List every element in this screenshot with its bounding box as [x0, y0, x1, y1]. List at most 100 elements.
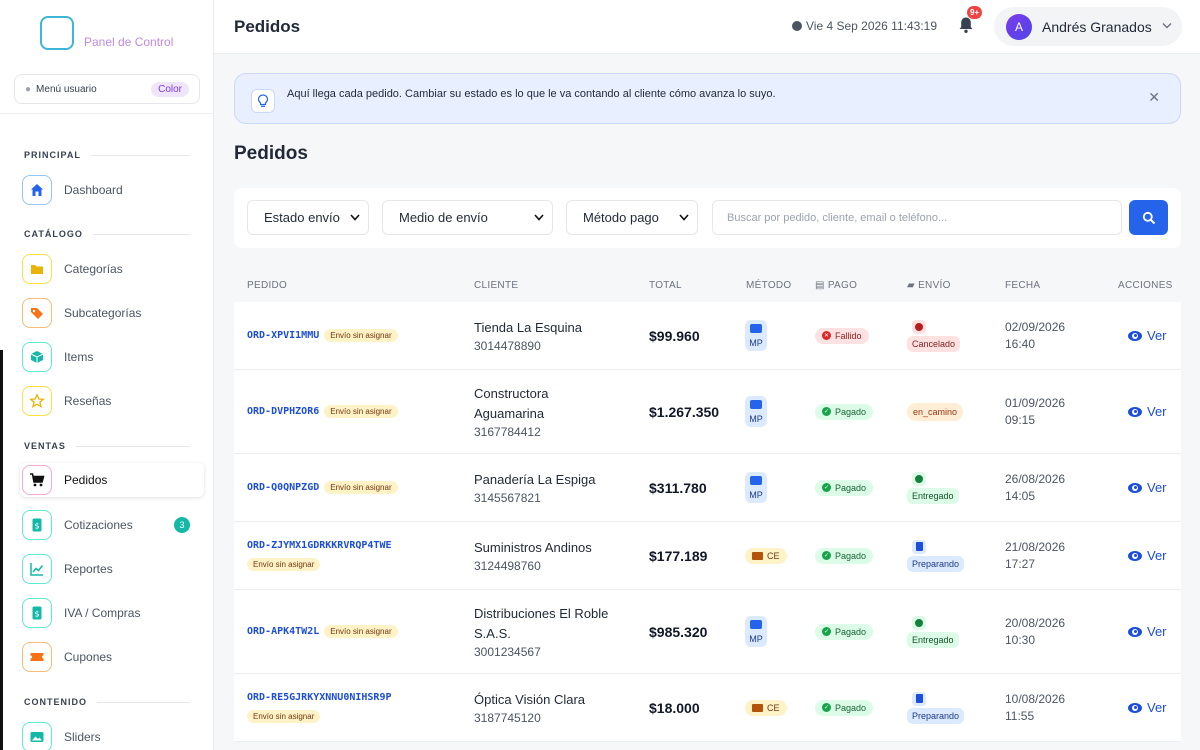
image-icon	[22, 722, 52, 750]
payment-status-badge: ✓ Pagado	[815, 547, 874, 564]
client-cell: Panadería La Espiga 3145567821	[474, 454, 644, 521]
method-badge: MP	[745, 472, 767, 503]
cart-icon	[22, 465, 52, 495]
view-order-button[interactable]: Ver	[1128, 404, 1178, 419]
sidebar-item-label: IVA / Compras	[64, 606, 141, 620]
client-phone: 3014478890	[474, 339, 541, 353]
order-total: $1.267.350	[649, 403, 720, 420]
total-cell: $311.780	[649, 454, 739, 521]
order-date: 26/08/2026	[1005, 471, 1066, 486]
close-icon[interactable]: ✕	[1148, 89, 1160, 106]
payment-status-label: Fallido	[835, 330, 862, 341]
sidebar-item-label: Categorías	[64, 262, 123, 276]
view-order-button[interactable]: Ver	[1128, 480, 1178, 495]
metodo-pago-select[interactable]: Método pago	[566, 200, 698, 235]
user-menu-label: Menú usuario	[36, 83, 97, 95]
payment-cell: ✓ Pagado	[815, 674, 900, 741]
eye-icon	[1128, 406, 1142, 417]
payment-status-badge: ✓ Pagado	[815, 699, 874, 716]
sidebar-item-reportes[interactable]: Reportes	[22, 552, 204, 586]
folder-icon	[22, 254, 52, 284]
star-icon	[22, 386, 52, 416]
method-label: MP	[749, 414, 763, 424]
estado-envio-select[interactable]: Estado envío	[247, 200, 369, 235]
method-label: MP	[749, 634, 763, 644]
sidebar-item-pedidos[interactable]: Pedidos	[20, 463, 204, 497]
color-chip[interactable]: Color	[151, 81, 189, 97]
section-catalogo: CATÁLOGO	[24, 229, 190, 239]
client-cell: Distribuciones El Roble S.A.S. 3001234567	[474, 590, 644, 673]
col-cliente: CLIENTE	[474, 280, 519, 291]
user-menu-button[interactable]: ● Menú usuario Color	[14, 74, 200, 104]
table-row[interactable]: ORD-ZJYMX1GDRKKRVRQP4TWE Envío sin asign…	[234, 522, 1181, 590]
order-id-link[interactable]: ORD-DVPHZOR6	[247, 406, 319, 417]
order-id-cell: ORD-XPVI1MMU Envío sin asignar	[247, 302, 467, 369]
sidebar-item-categorias[interactable]: Categorías	[22, 252, 204, 286]
eye-icon	[1128, 330, 1142, 341]
sidebar-item-sliders[interactable]: Sliders	[22, 720, 204, 750]
sidebar-item-subcategorias[interactable]: Subcategorías	[22, 296, 204, 330]
chart-icon	[22, 554, 52, 584]
shipping-status-badge: Cancelado	[907, 319, 961, 352]
client-name: Distribuciones El Roble	[474, 606, 609, 621]
shipping-status-badge: Entregado	[907, 615, 959, 648]
table-row[interactable]: ORD-XPVI1MMU Envío sin asignar Tienda La…	[234, 302, 1181, 370]
order-id-cell: ORD-Q0QNPZGD Envío sin asignar	[247, 454, 467, 521]
payment-cell: ✓ Pagado	[815, 370, 900, 453]
sidebar-item-dashboard[interactable]: Dashboard	[22, 173, 204, 207]
view-order-button[interactable]: Ver	[1128, 328, 1178, 343]
view-order-button[interactable]: Ver	[1128, 548, 1178, 563]
sidebar-item-resenas[interactable]: Reseñas	[22, 384, 204, 418]
orders-table: PEDIDO CLIENTE TOTAL MÉTODO ▤ PAGO ▰ ENV…	[234, 268, 1181, 742]
unassigned-badge: Envío sin asignar	[247, 558, 321, 571]
notifications-button[interactable]: 9+	[958, 6, 983, 39]
logo[interactable]	[40, 16, 74, 50]
eye-icon	[1128, 626, 1142, 637]
view-label: Ver	[1147, 328, 1167, 343]
check-circle-icon: ✓	[822, 407, 831, 416]
x-circle-icon: ✕	[822, 331, 831, 340]
receipt-icon: $	[22, 598, 52, 628]
search-button[interactable]	[1129, 200, 1168, 235]
client-cell: Suministros Andinos 3124498760	[474, 522, 644, 589]
payment-status-label: Pagado	[835, 626, 867, 637]
sidebar-item-items[interactable]: Items	[22, 340, 204, 374]
date-cell: 20/08/2026 10:30	[1005, 590, 1105, 673]
col-envio-label: ENVÍO	[918, 280, 951, 291]
avatar: A	[1006, 13, 1032, 40]
actions-cell: Ver	[1128, 590, 1178, 673]
shipping-status-badge: Entregado	[907, 471, 959, 504]
order-time: 14:05	[1005, 488, 1036, 503]
order-id-link[interactable]: ORD-Q0QNPZGD	[247, 482, 319, 493]
table-row[interactable]: ORD-Q0QNPZGD Envío sin asignar Panadería…	[234, 454, 1181, 522]
method-badge: MP	[745, 320, 767, 351]
shipping-status-label: Entregado	[907, 487, 959, 504]
date-cell: 21/08/2026 17:27	[1005, 522, 1105, 589]
method-cell: MP	[745, 302, 805, 369]
sidebar-item-iva-compras[interactable]: $ IVA / Compras	[22, 596, 204, 630]
view-order-button[interactable]: Ver	[1128, 624, 1178, 639]
unassigned-badge: Envío sin asignar	[324, 405, 398, 418]
sidebar: Panel de Control ● Menú usuario Color PR…	[0, 0, 214, 750]
table-row[interactable]: ORD-RE5GJRKYXNNU0NIHSR9P Envío sin asign…	[234, 674, 1181, 742]
date-cell: 10/08/2026 11:55	[1005, 674, 1105, 741]
table-row[interactable]: ORD-DVPHZOR6 Envío sin asignar Construct…	[234, 370, 1181, 454]
shipping-cell: Cancelado	[907, 302, 997, 369]
search-input[interactable]	[712, 200, 1122, 235]
user-profile-menu[interactable]: A Andrés Granados	[994, 7, 1182, 46]
page-title: Pedidos	[234, 143, 308, 164]
order-id-link[interactable]: ORD-APK4TW2L	[247, 626, 319, 637]
table-row[interactable]: ORD-APK4TW2L Envío sin asignar Distribuc…	[234, 590, 1181, 674]
alert-message: Aquí llega cada pedido. Cambiar su estad…	[287, 87, 776, 100]
order-id-link[interactable]: ORD-ZJYMX1GDRKKRVRQP4TWE	[247, 540, 392, 551]
sidebar-item-label: Subcategorías	[64, 306, 142, 320]
check-circle-icon	[912, 615, 926, 630]
order-id-link[interactable]: ORD-XPVI1MMU	[247, 330, 319, 341]
order-total: $985.320	[649, 623, 708, 640]
order-id-link[interactable]: ORD-RE5GJRKYXNNU0NIHSR9P	[247, 692, 392, 703]
sidebar-item-cotizaciones[interactable]: $ Cotizaciones 3	[22, 508, 204, 542]
client-name: Constructora	[474, 386, 549, 401]
sidebar-item-cupones[interactable]: Cupones	[22, 640, 204, 674]
view-order-button[interactable]: Ver	[1128, 700, 1178, 715]
medio-envio-select[interactable]: Medio de envío	[382, 200, 553, 235]
